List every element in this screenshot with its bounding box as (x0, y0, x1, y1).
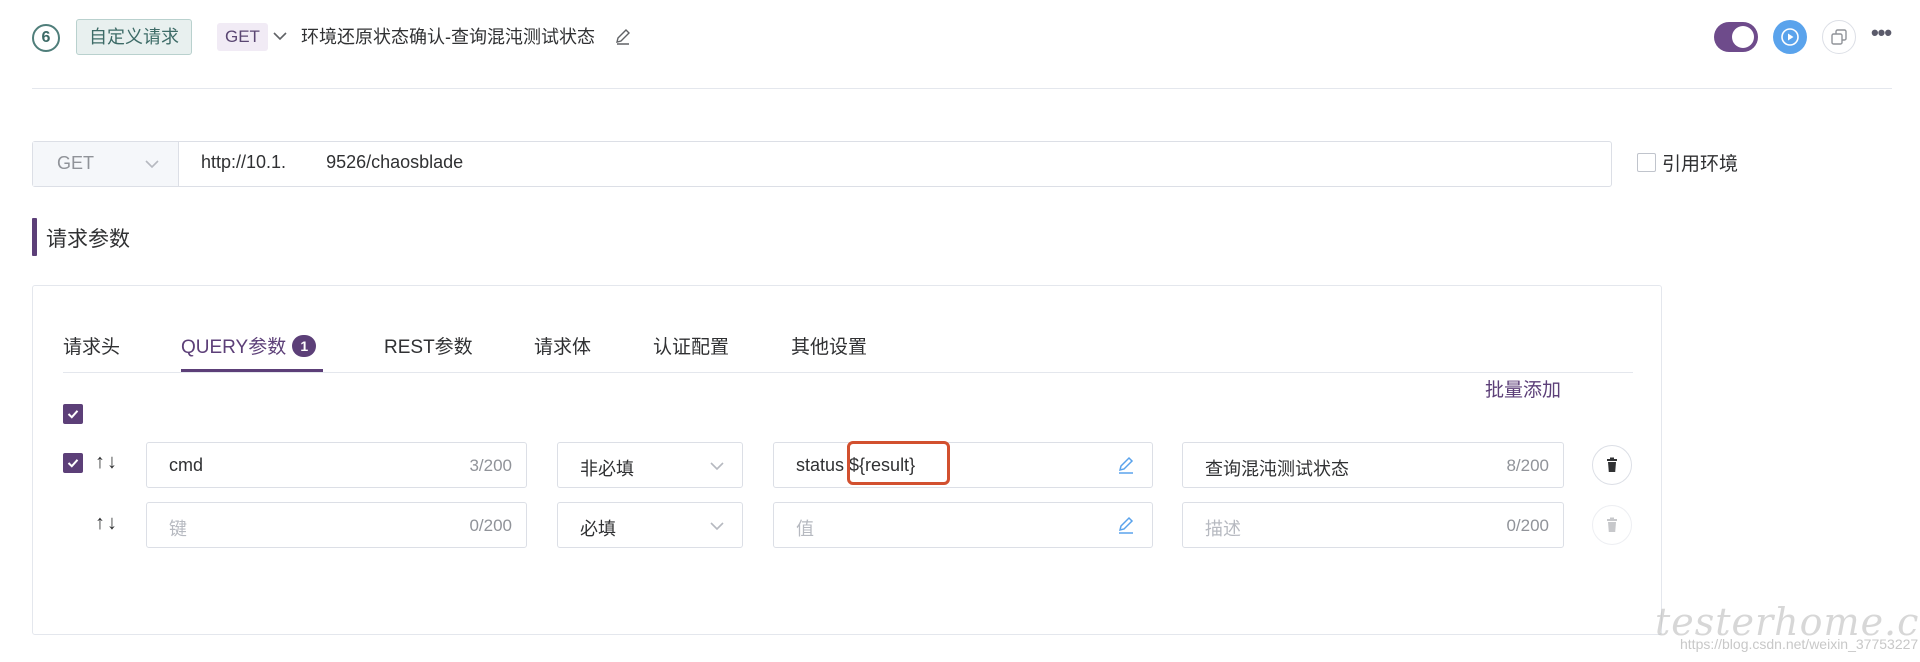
use-env-checkbox[interactable] (1637, 153, 1656, 172)
method-select[interactable]: GET (33, 142, 179, 186)
edit-icon[interactable] (1116, 515, 1136, 535)
more-options-icon[interactable]: ••• (1868, 22, 1894, 50)
param-row-checkbox[interactable] (63, 453, 83, 473)
sort-arrows-icon[interactable]: ↑↓ (95, 451, 119, 474)
param-key-input[interactable]: cmd 3/200 (146, 442, 527, 488)
param-required-select[interactable]: 必填 (557, 502, 743, 548)
step-index-badge: 6 (32, 24, 60, 52)
param-value-input[interactable]: 值 (773, 502, 1153, 548)
tab-label: 请求体 (534, 337, 592, 358)
param-description-value: 查询混沌测试状态 (1205, 459, 1349, 479)
select-all-checkbox[interactable] (63, 404, 83, 424)
trash-icon (1607, 457, 1617, 472)
check-icon (67, 459, 79, 468)
tab-label: QUERY参数 (181, 337, 287, 358)
edit-icon[interactable] (1116, 455, 1136, 475)
tab-label: 其他设置 (791, 337, 868, 358)
step-enable-toggle[interactable] (1714, 22, 1758, 52)
step-method-tag[interactable]: GET (217, 23, 268, 51)
tab-divider (63, 372, 1633, 373)
trash-icon (1607, 517, 1617, 532)
tab-headers[interactable]: 请求头 (63, 332, 120, 359)
chevron-down-icon (145, 160, 159, 169)
tab-body[interactable]: 请求体 (534, 332, 591, 359)
use-env-label[interactable]: 引用环境 (1662, 149, 1738, 176)
step-header: 6 自定义请求 GET 环境还原状态确认-查询混沌测试状态 ••• (0, 0, 1920, 90)
tab-auth-config[interactable]: 认证配置 (653, 332, 729, 359)
tab-count-badge: 1 (292, 335, 317, 357)
char-counter: 0/200 (469, 516, 512, 535)
step-name: 环境还原状态确认-查询混沌测试状态 (301, 27, 595, 47)
step-type-tag: 自定义请求 (76, 19, 192, 55)
param-key-input[interactable]: 键 0/200 (146, 502, 527, 548)
tab-rest-params[interactable]: REST参数 (384, 332, 473, 359)
param-value-input[interactable]: status ${result} (773, 441, 1153, 488)
char-counter: 8/200 (1506, 456, 1549, 475)
copy-icon (1831, 29, 1847, 45)
run-button[interactable] (1773, 20, 1807, 54)
batch-add-link[interactable]: 批量添加 (1485, 375, 1561, 402)
param-description-placeholder: 描述 (1205, 519, 1241, 539)
section-accent-bar (32, 218, 37, 256)
param-description-input[interactable]: 描述 0/200 (1182, 502, 1564, 548)
char-counter: 0/200 (1506, 516, 1549, 535)
watermark-url: https://blog.csdn.net/weixin_37753227 (1680, 636, 1919, 652)
header-divider (32, 88, 1892, 89)
section-title: 请求参数 (46, 228, 130, 251)
tab-label: REST参数 (384, 337, 473, 358)
param-description-input[interactable]: 查询混沌测试状态 8/200 (1182, 442, 1564, 488)
params-card: 请求头 QUERY参数 1 REST参数 请求体 认证配置 其他设置 批量添加 ↑… (32, 285, 1662, 635)
tab-query-params[interactable]: QUERY参数 1 (181, 332, 317, 359)
sort-arrows-icon[interactable]: ↑↓ (95, 512, 119, 535)
char-counter: 3/200 (469, 456, 512, 475)
param-required-value: 必填 (580, 519, 616, 539)
url-row: GET http://10.1. 9526/chaosblade (32, 141, 1612, 187)
delete-param-button[interactable] (1592, 505, 1632, 545)
tab-other-settings[interactable]: 其他设置 (791, 332, 867, 359)
tab-label: 认证配置 (653, 337, 730, 358)
method-select-value: GET (57, 153, 95, 173)
chevron-down-icon (710, 462, 724, 471)
param-key-value: cmd (169, 455, 204, 475)
chevron-down-icon (710, 522, 724, 531)
copy-button[interactable] (1822, 20, 1856, 54)
url-input[interactable]: http://10.1. 9526/chaosblade (201, 152, 463, 173)
delete-param-button[interactable] (1592, 445, 1632, 485)
chevron-down-icon[interactable] (271, 26, 289, 46)
tab-label: 请求头 (63, 337, 121, 358)
param-required-value: 非必填 (580, 459, 634, 479)
highlight-annotation-box (847, 441, 950, 485)
toggle-knob (1732, 26, 1754, 48)
param-required-select[interactable]: 非必填 (557, 442, 743, 488)
param-value-placeholder: 值 (796, 519, 814, 539)
edit-icon[interactable] (614, 27, 632, 47)
param-key-placeholder: 键 (169, 519, 187, 539)
check-icon (67, 410, 79, 419)
play-icon (1781, 28, 1799, 46)
